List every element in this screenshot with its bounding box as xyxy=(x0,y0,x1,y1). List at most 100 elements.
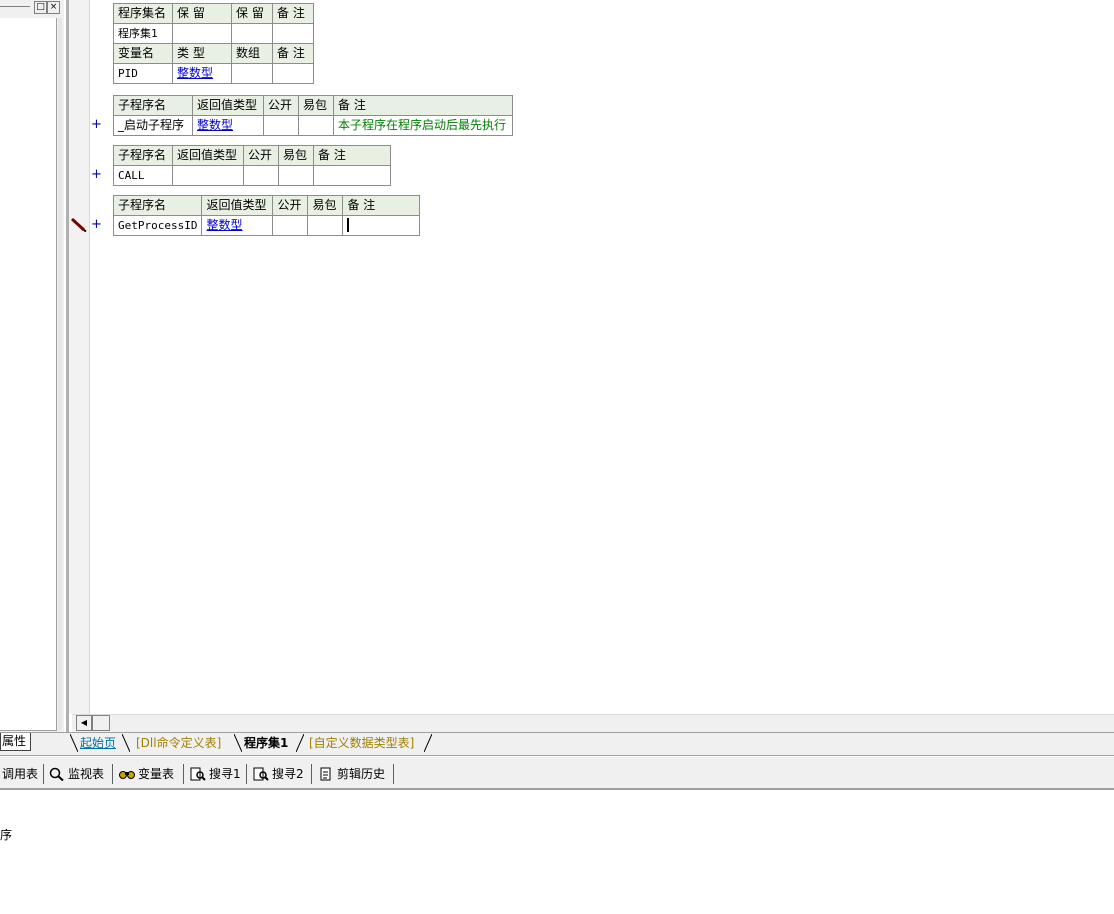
restore-icon[interactable]: □ xyxy=(34,1,47,14)
editor-gutter[interactable] xyxy=(69,0,90,714)
output-text: 序 xyxy=(0,828,13,842)
table-cell[interactable] xyxy=(272,63,314,84)
table-header-cell: 备 注 xyxy=(333,95,513,116)
left-panel-splitter[interactable] xyxy=(58,18,62,730)
tab-properties[interactable]: 属性 xyxy=(0,733,31,751)
table-row: 子程序名 返回值类型 公开 易包 备 注 xyxy=(113,95,513,116)
expand-icon[interactable]: + xyxy=(91,167,102,182)
table-cell[interactable] xyxy=(243,165,279,186)
table-header-cell: 类 型 xyxy=(172,43,232,64)
pencil-icon xyxy=(70,218,87,232)
tab-divider xyxy=(122,734,130,752)
table-cell[interactable] xyxy=(272,23,314,44)
table-header-cell: 数组 xyxy=(231,43,273,64)
table-row[interactable]: PID 整数型 xyxy=(113,63,314,84)
tab-assembly[interactable]: 程序集1 xyxy=(244,734,288,752)
toolbar-separator xyxy=(43,764,44,784)
table-header-cell: 易包 xyxy=(307,195,344,216)
subroutine-table-call: 子程序名 返回值类型 公开 易包 备 注 CALL xyxy=(113,145,391,186)
table-header-cell: 保 留 xyxy=(172,3,232,24)
left-panel-content[interactable] xyxy=(0,18,57,731)
table-row[interactable]: 程序集1 xyxy=(113,23,314,44)
toolbar-separator xyxy=(246,764,247,784)
tab-start-page[interactable]: 起始页 xyxy=(80,734,116,752)
table-header-cell: 备 注 xyxy=(313,145,391,166)
comment-cell[interactable]: 本子程序在程序启动后最先执行 xyxy=(333,115,513,136)
subroutine-table-startup: 子程序名 返回值类型 公开 易包 备 注 _启动子程序 整数型 本子程序在程序启… xyxy=(113,95,513,136)
toolbar-separator xyxy=(311,764,312,784)
table-row[interactable]: GetProcessID 整数型 xyxy=(112,215,421,236)
table-header-cell: 子程序名 xyxy=(112,195,203,216)
clipboard-icon xyxy=(320,767,331,781)
table-cell[interactable] xyxy=(298,115,334,136)
table-header-cell: 返回值类型 xyxy=(201,195,274,216)
subroutine-table-getprocessid: 子程序名 返回值类型 公开 易包 备 注 GetProcessID 整数型 xyxy=(112,195,421,236)
table-row: 变量名 类 型 数组 备 注 xyxy=(113,43,314,64)
table-cell[interactable] xyxy=(307,215,344,236)
table-header-cell: 子程序名 xyxy=(113,95,193,116)
variable-name-cell[interactable]: PID xyxy=(113,63,173,84)
horizontal-scrollbar[interactable] xyxy=(72,714,1114,732)
text-cursor xyxy=(347,218,350,232)
table-header-cell: 备 注 xyxy=(342,195,421,216)
scroll-left-arrow-icon[interactable]: ◀ xyxy=(76,715,92,731)
expand-icon[interactable]: + xyxy=(91,217,102,232)
table-header-cell: 公开 xyxy=(272,195,309,216)
table-cell[interactable] xyxy=(278,165,314,186)
search1-button[interactable]: 搜寻1 xyxy=(190,766,241,782)
scrollbar-thumb[interactable] xyxy=(92,715,110,731)
expand-icon[interactable]: + xyxy=(91,117,102,132)
search1-label: 搜寻1 xyxy=(209,767,241,781)
table-row[interactable]: CALL xyxy=(113,165,391,186)
tab-divider xyxy=(296,734,304,752)
subroutine-name-cell[interactable]: CALL xyxy=(113,165,173,186)
assembly-table: 程序集名 保 留 保 留 备 注 程序集1 变量名 类 型 数组 备 注 PID… xyxy=(113,3,314,84)
left-panel-title-bar: □ × xyxy=(0,0,64,16)
return-type-link[interactable]: 整数型 xyxy=(192,115,264,136)
table-header-cell: 返回值类型 xyxy=(172,145,244,166)
table-header-cell: 变量名 xyxy=(113,43,173,64)
table-header-cell: 易包 xyxy=(298,95,334,116)
toolbar-separator xyxy=(183,764,184,784)
search2-button[interactable]: 搜寻2 xyxy=(253,766,304,782)
var-table-button[interactable]: 变量表 xyxy=(119,766,174,782)
table-header-cell: 备 注 xyxy=(272,43,314,64)
search2-label: 搜寻2 xyxy=(272,767,304,781)
table-row[interactable]: _启动子程序 整数型 本子程序在程序启动后最先执行 xyxy=(113,115,513,136)
table-cell[interactable] xyxy=(231,23,273,44)
table-cell[interactable] xyxy=(172,165,244,186)
table-cell[interactable] xyxy=(263,115,299,136)
table-header-cell: 程序集名 xyxy=(113,3,173,24)
magnifier-icon xyxy=(49,767,64,781)
clip-history-button[interactable]: 剪辑历史 xyxy=(318,766,385,782)
return-type-link[interactable]: 整数型 xyxy=(201,215,274,236)
close-icon[interactable]: × xyxy=(47,1,60,14)
watch-table-label: 监视表 xyxy=(68,767,105,781)
tab-bar-border xyxy=(0,755,1114,756)
table-header-cell: 公开 xyxy=(263,95,299,116)
comment-cell[interactable] xyxy=(313,165,391,186)
table-header-cell: 子程序名 xyxy=(113,145,173,166)
binoculars-icon xyxy=(119,771,135,779)
table-cell[interactable] xyxy=(272,215,309,236)
table-cell[interactable] xyxy=(172,23,232,44)
table-row: 子程序名 返回值类型 公开 易包 备 注 xyxy=(112,195,421,216)
title-bar-grip xyxy=(0,6,30,7)
watch-table-button[interactable]: 监视表 xyxy=(49,766,104,782)
table-cell[interactable] xyxy=(231,63,273,84)
table-row: 子程序名 返回值类型 公开 易包 备 注 xyxy=(113,145,391,166)
tab-custom-types[interactable]: [自定义数据类型表] xyxy=(309,734,414,752)
search-document-icon xyxy=(190,767,206,781)
output-panel[interactable] xyxy=(0,790,1114,914)
comment-cell-active[interactable] xyxy=(342,215,421,236)
variable-type-link[interactable]: 整数型 xyxy=(172,63,232,84)
subroutine-name-cell[interactable]: _启动子程序 xyxy=(113,115,193,136)
table-row: 程序集名 保 留 保 留 备 注 xyxy=(113,3,314,24)
subroutine-name-cell[interactable]: GetProcessID xyxy=(112,215,203,236)
table-header-cell: 返回值类型 xyxy=(192,95,264,116)
toolbar-separator xyxy=(112,764,113,784)
table-header-cell: 备 注 xyxy=(272,3,314,24)
assembly-name-cell[interactable]: 程序集1 xyxy=(113,23,173,44)
call-table-button[interactable]: 调用表 xyxy=(2,766,38,782)
tab-dll-table[interactable]: [Dll命令定义表] xyxy=(136,734,221,752)
